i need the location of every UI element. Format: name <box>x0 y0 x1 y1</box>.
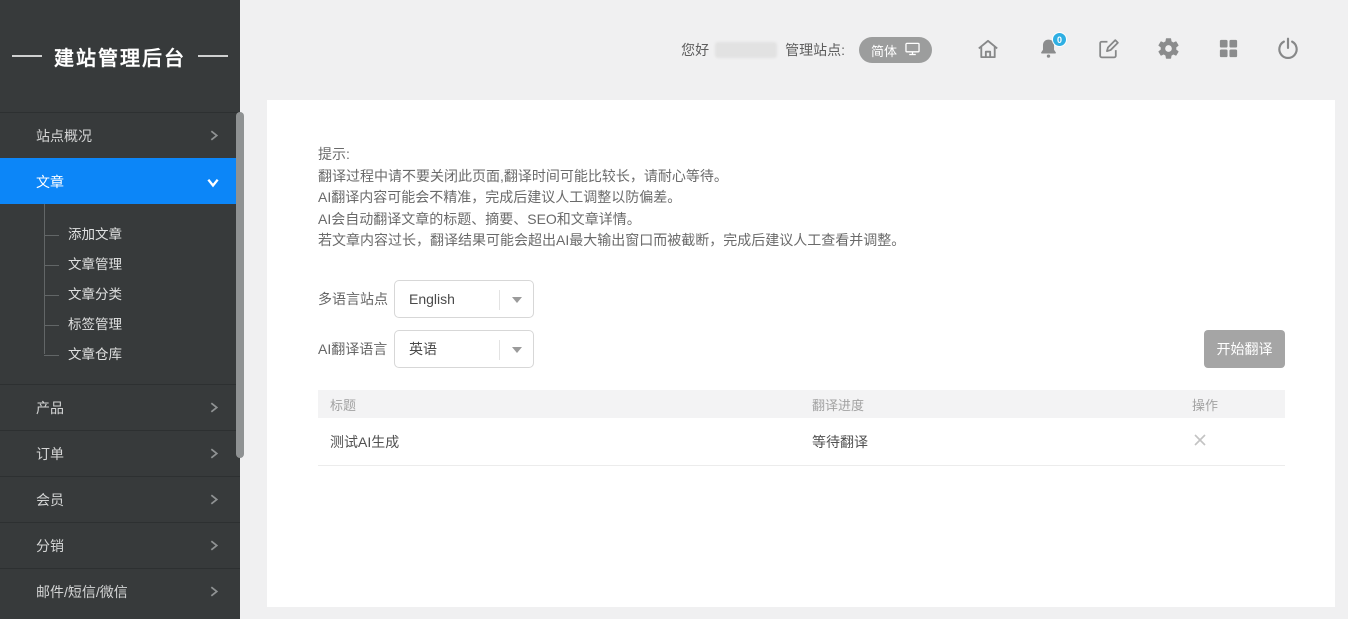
content-card: 提示: 翻译过程中请不要关闭此页面,翻译时间可能比较长，请耐心等待。 AI翻译内… <box>267 100 1335 607</box>
select-divider <box>499 340 500 360</box>
sidebar-item-members[interactable]: 会员 <box>0 476 240 522</box>
sidebar-item-label: 会员 <box>36 490 64 510</box>
app-title: 建站管理后台 <box>54 42 186 71</box>
remove-row-button[interactable] <box>1192 432 1208 451</box>
sidebar-item-label: 站点概况 <box>36 126 92 146</box>
table-row: 测试AI生成 等待翻译 <box>318 418 1285 466</box>
site-language-pill[interactable]: 简体 <box>859 37 932 63</box>
select-divider <box>499 290 500 310</box>
tips-line: AI会自动翻译文章的标题、摘要、SEO和文章详情。 <box>318 209 905 231</box>
submenu-item-add-article[interactable]: 添加文章 <box>0 220 240 250</box>
greeting: 您好 <box>681 40 785 60</box>
sidebar-item-label: 邮件/短信/微信 <box>36 582 128 602</box>
ai-translate-language-select[interactable]: 英语 <box>394 330 534 368</box>
row-article-title: 测试AI生成 <box>318 432 800 452</box>
submenu-item-tag-management[interactable]: 标签管理 <box>0 310 240 340</box>
sidebar-item-label: 订单 <box>36 444 64 464</box>
power-icon <box>1275 36 1301 65</box>
selected-site-value: English <box>409 291 455 307</box>
ai-translate-language-label: AI翻译语言 <box>318 339 394 359</box>
settings-button[interactable] <box>1154 36 1182 64</box>
submenu-item-article-library[interactable]: 文章仓库 <box>0 340 240 370</box>
home-button[interactable] <box>974 36 1002 64</box>
sidebar-item-site-overview[interactable]: 站点概况 <box>0 112 240 158</box>
notifications-button[interactable]: 0 <box>1034 36 1062 64</box>
sidebar-item-mail-sms-wechat[interactable]: 邮件/短信/微信 <box>0 568 240 614</box>
sidebar-item-label: 产品 <box>36 398 64 418</box>
redacted-username <box>715 42 777 58</box>
tips-line: 若文章内容过长，翻译结果可能会超出AI最大输出窗口而被截断，完成后建议人工查看并… <box>318 230 905 252</box>
tips-block: 提示: 翻译过程中请不要关闭此页面,翻译时间可能比较长，请耐心等待。 AI翻译内… <box>318 144 905 252</box>
home-icon <box>975 36 1001 65</box>
sidebar: 建站管理后台 站点概况 文章 添加文章 文章管理 文章分类 标签管理 文章仓库 … <box>0 0 240 619</box>
edit-button[interactable] <box>1094 36 1122 64</box>
caret-down-icon <box>512 347 522 353</box>
sidebar-scrollbar-thumb[interactable] <box>236 112 244 458</box>
submenu-item-article-management[interactable]: 文章管理 <box>0 250 240 280</box>
sidebar-item-articles[interactable]: 文章 <box>0 158 240 204</box>
table-header-title: 标题 <box>318 395 800 414</box>
start-translate-button[interactable]: 开始翻译 <box>1204 330 1285 368</box>
table-header-progress: 翻译进度 <box>800 395 1180 414</box>
sidebar-item-products[interactable]: 产品 <box>0 384 240 430</box>
logout-button[interactable] <box>1274 36 1302 64</box>
chevron-right-icon <box>207 585 220 598</box>
submenu-item-article-category[interactable]: 文章分类 <box>0 280 240 310</box>
edit-icon <box>1096 36 1121 64</box>
app-logo: 建站管理后台 <box>0 0 240 112</box>
site-pill-label: 简体 <box>871 41 897 60</box>
chevron-right-icon <box>207 493 220 506</box>
chevron-down-icon <box>206 175 220 189</box>
row-translation-progress: 等待翻译 <box>800 432 1180 452</box>
close-icon <box>1192 432 1208 451</box>
logo-dash-right <box>198 55 228 57</box>
caret-down-icon <box>512 297 522 303</box>
selected-language-value: 英语 <box>409 339 437 359</box>
header-icon-bar: 0 <box>974 36 1302 64</box>
sidebar-item-label: 文章 <box>36 172 64 192</box>
chevron-right-icon <box>207 401 220 414</box>
gear-icon <box>1156 36 1181 64</box>
table-header-actions: 操作 <box>1180 395 1285 414</box>
sidebar-item-label: 分销 <box>36 536 64 556</box>
chevron-right-icon <box>207 539 220 552</box>
translation-table: 标题 翻译进度 操作 测试AI生成 等待翻译 <box>318 390 1285 466</box>
multilingual-site-select[interactable]: English <box>394 280 534 318</box>
multilingual-site-row: 多语言站点 English <box>318 280 534 318</box>
articles-submenu: 添加文章 文章管理 文章分类 标签管理 文章仓库 <box>0 204 240 384</box>
table-header-row: 标题 翻译进度 操作 <box>318 390 1285 418</box>
manage-site-label: 管理站点: <box>785 40 845 60</box>
monitor-icon <box>905 42 920 59</box>
notification-badge: 0 <box>1052 32 1067 47</box>
chevron-right-icon <box>207 129 220 142</box>
tips-line: 翻译过程中请不要关闭此页面,翻译时间可能比较长，请耐心等待。 <box>318 166 905 188</box>
grid-icon <box>1217 37 1240 63</box>
sidebar-item-orders[interactable]: 订单 <box>0 430 240 476</box>
sidebar-item-distribution[interactable]: 分销 <box>0 522 240 568</box>
logo-dash-left <box>12 55 42 57</box>
top-bar: 您好 管理站点: 简体 0 <box>240 0 1348 100</box>
multilingual-site-label: 多语言站点 <box>318 289 394 309</box>
tips-title: 提示: <box>318 144 905 166</box>
apps-button[interactable] <box>1214 36 1242 64</box>
greeting-label: 您好 <box>681 40 709 60</box>
chevron-right-icon <box>207 447 220 460</box>
ai-translate-language-row: AI翻译语言 英语 <box>318 330 534 368</box>
tips-line: AI翻译内容可能会不精准，完成后建议人工调整以防偏差。 <box>318 187 905 209</box>
